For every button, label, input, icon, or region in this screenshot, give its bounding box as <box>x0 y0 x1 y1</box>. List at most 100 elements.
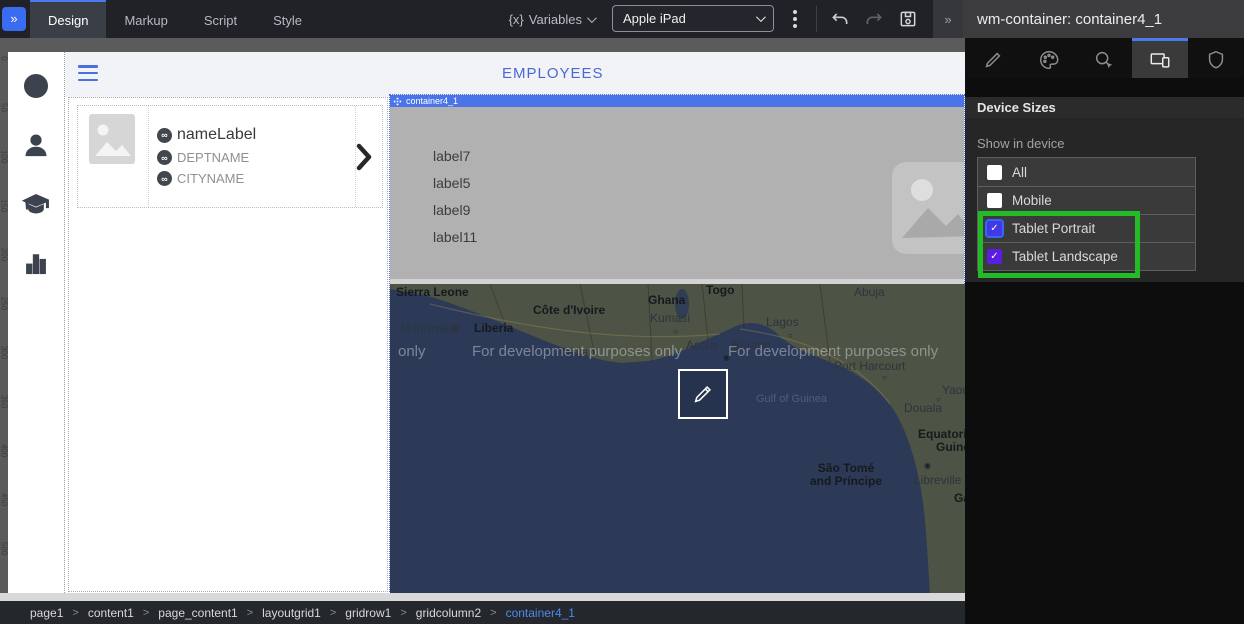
breadcrumb-item-gridcolumn2[interactable]: gridcolumn2 <box>416 606 481 620</box>
chevron-down-icon <box>587 13 597 23</box>
name-label[interactable]: nameLabel <box>177 126 256 144</box>
breadcrumb-item-page1[interactable]: page1 <box>30 606 63 620</box>
device-sizes-body: Show in device All Mobile✓Tablet Portrait… <box>965 118 1244 282</box>
show-in-device-label: Show in device <box>977 136 1064 151</box>
breadcrumb-item-container4_1[interactable]: container4_1 <box>506 606 575 620</box>
container-label-label5[interactable]: label5 <box>433 175 470 191</box>
breadcrumb-separator: > <box>400 607 406 619</box>
page-title: EMPLOYEES <box>502 65 604 82</box>
list-widget-column[interactable]: ∞ nameLabel ∞ DEPTNAME ∞ CITYNAME <box>68 97 388 592</box>
mode-tab-script[interactable]: Script <box>186 0 255 38</box>
tab-device-sizes[interactable] <box>1132 38 1188 78</box>
container-label-label11[interactable]: label11 <box>433 229 477 245</box>
selection-tag: container4_1 <box>406 96 458 106</box>
checkbox[interactable] <box>987 165 1002 180</box>
option-label: All <box>1012 165 1027 180</box>
map-label: Abuja <box>854 286 885 299</box>
map-label: For development purposes only <box>472 344 682 360</box>
container-label-label7[interactable]: label7 <box>433 148 470 164</box>
bind-icon: ∞ <box>157 150 172 165</box>
breadcrumb-item-layoutgrid1[interactable]: layoutgrid1 <box>262 606 321 620</box>
map-edit-button[interactable] <box>678 369 728 419</box>
device-option-tablet-landscape[interactable]: ✓ Tablet Landscape <box>978 242 1195 270</box>
save-button[interactable] <box>891 0 925 38</box>
top-toolbar: » DesignMarkupScriptStyle {x} Variables … <box>0 0 1244 38</box>
tab-styles-pencil[interactable] <box>965 38 1021 78</box>
device-preview-select[interactable]: Apple iPad <box>612 5 774 32</box>
map-label: Sierra Leone <box>396 286 469 299</box>
graduation-cap-icon[interactable] <box>22 190 50 223</box>
mode-tab-style[interactable]: Style <box>255 0 320 38</box>
tab-inspect[interactable] <box>1077 38 1133 78</box>
collapse-panel-icon[interactable]: » <box>933 0 963 38</box>
toolbar-divider <box>816 6 817 32</box>
widget-breadcrumb: page1>content1>page_content1>layoutgrid1… <box>0 601 965 624</box>
map-label: Equatorial Guinea <box>918 428 965 453</box>
device-option-tablet-portrait[interactable]: ✓Tablet Portrait <box>978 214 1195 242</box>
inspect-cursor-icon <box>1093 49 1115 71</box>
map-label: Port Harcourt <box>834 360 905 373</box>
map-label: Yaoundé <box>942 384 965 397</box>
city-label[interactable]: CITYNAME <box>177 171 244 186</box>
map-label: ○ <box>673 328 678 336</box>
map-label: Accra <box>686 339 717 352</box>
redo-button[interactable] <box>857 0 891 38</box>
chevron-down-icon <box>756 12 766 22</box>
bind-icon: ∞ <box>157 128 172 143</box>
canvas-scrollbar[interactable] <box>0 593 965 601</box>
inspector-title: wm-container: container4_1 <box>963 0 1244 38</box>
map-label: Kumasi <box>650 312 690 325</box>
container-body[interactable]: label7 label5 label9 label11 <box>390 107 964 279</box>
mode-tabs: DesignMarkupScriptStyle <box>30 0 320 38</box>
map-label: São Tomé and Príncipe <box>810 462 882 487</box>
preview-left-nav <box>8 52 65 593</box>
device-option-all[interactable]: All <box>978 158 1195 186</box>
mode-tab-markup[interactable]: Markup <box>106 0 185 38</box>
redo-icon <box>864 9 884 29</box>
map-label: Liberia <box>474 322 513 335</box>
map-label: Libreville <box>914 474 961 487</box>
option-label: Tablet Landscape <box>1012 249 1118 264</box>
map-label: ○ <box>788 332 793 340</box>
breadcrumb-item-content1[interactable]: content1 <box>88 606 134 620</box>
expand-sidebar-icon[interactable]: » <box>2 7 26 31</box>
checkbox[interactable]: ✓ <box>987 221 1002 236</box>
mode-tab-design[interactable]: Design <box>30 0 106 38</box>
map-label: Gulf of Guinea <box>756 394 827 406</box>
move-icon <box>393 97 402 106</box>
dashboard-gauge-icon[interactable] <box>22 72 50 105</box>
breadcrumb-item-gridrow1[interactable]: gridrow1 <box>345 606 391 620</box>
properties-panel: Device Sizes Show in device AllMobile✓Ta… <box>965 38 1244 624</box>
breadcrumb-item-page_content1[interactable]: page_content1 <box>158 606 237 620</box>
variables-label: Variables <box>529 12 582 27</box>
panel-tabs <box>965 38 1244 78</box>
tab-theme-palette[interactable] <box>1021 38 1077 78</box>
vertical-ruler: 050100150200250300350400450500 <box>0 52 8 593</box>
map-label: Togo <box>706 284 734 297</box>
device-option-mobile[interactable]: Mobile <box>978 186 1195 214</box>
section-device-sizes: Device Sizes <box>965 97 1244 118</box>
variables-braces: {x} <box>509 12 524 27</box>
breadcrumb-separator: > <box>143 607 149 619</box>
save-icon <box>898 9 918 29</box>
palette-icon <box>1038 49 1060 71</box>
person-icon[interactable] <box>22 131 50 164</box>
container-label-label9[interactable]: label9 <box>433 202 470 218</box>
map-label: Gabon <box>954 492 965 505</box>
hamburger-menu-icon[interactable] <box>78 65 98 81</box>
map-label: Côte d'Ivoire <box>533 304 605 317</box>
checkbox[interactable] <box>987 193 1002 208</box>
dept-label[interactable]: DEPTNAME <box>177 150 249 165</box>
selected-container[interactable]: container4_1 label7 label5 label9 label11 <box>389 94 965 592</box>
map-label: Ghana <box>648 294 685 307</box>
variables-button[interactable]: {x} Variables <box>509 0 594 38</box>
kebab-menu-icon[interactable] <box>780 0 810 38</box>
list-item[interactable]: ∞ nameLabel ∞ DEPTNAME ∞ CITYNAME <box>77 105 383 208</box>
tab-security[interactable] <box>1188 38 1244 78</box>
bar-chart-icon[interactable] <box>22 249 50 282</box>
google-map-widget[interactable]: Sierra Leone Côte d'Ivoire Ghana Togo Abuja K… <box>390 284 965 594</box>
undo-button[interactable] <box>823 0 857 38</box>
selection-header[interactable]: container4_1 <box>390 95 964 107</box>
checkbox[interactable]: ✓ <box>987 249 1002 264</box>
shield-icon <box>1205 49 1227 71</box>
